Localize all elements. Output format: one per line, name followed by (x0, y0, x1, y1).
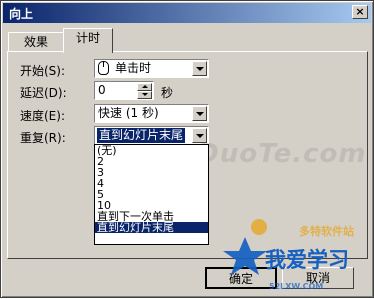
logo-text-secondary: 多特软件站 (299, 224, 354, 238)
tab-timing[interactable]: 计时 (63, 28, 113, 53)
spin-down-icon[interactable] (137, 91, 152, 99)
delay-label: 延迟(D): (20, 86, 67, 100)
repeat-option[interactable]: 5 (95, 189, 208, 200)
tab-timing-label: 计时 (75, 31, 100, 45)
speed-label: 速度(E): (20, 109, 65, 123)
close-button[interactable]: × (352, 5, 368, 19)
speed-select[interactable]: 快速 (1 秒) (94, 104, 209, 123)
title-bar[interactable]: 向上 × (3, 3, 371, 23)
delay-value[interactable]: 0 (98, 83, 106, 98)
tab-effect[interactable]: 效果 (8, 32, 64, 52)
logo-url: 52LXW.COM (269, 282, 323, 291)
chevron-down-icon[interactable] (192, 106, 207, 121)
star-icon (223, 219, 267, 275)
repeat-dropdown-list: (无) 2 3 4 5 10 直到下一次单击 直到幻灯片末尾 (94, 144, 209, 245)
repeat-option-selected[interactable]: 直到幻灯片末尾 (95, 222, 208, 233)
repeat-option[interactable]: 4 (95, 178, 208, 189)
start-label: 开始(S): (20, 64, 66, 78)
delay-stepper[interactable]: 0 (94, 81, 154, 100)
chevron-down-icon[interactable] (192, 61, 207, 76)
delay-unit: 秒 (161, 86, 174, 100)
speed-value: 快速 (1 秒) (98, 106, 159, 120)
watermark-logo: 我爱学习 多特软件站 52LXW.COM (223, 219, 354, 291)
repeat-option[interactable]: 3 (95, 167, 208, 178)
dialog-title: 向上 (9, 7, 34, 21)
repeat-option[interactable]: (无) (95, 145, 208, 156)
tab-effect-label: 效果 (23, 35, 48, 49)
mouse-click-icon (98, 61, 109, 75)
close-icon: × (355, 5, 365, 18)
repeat-label: 重复(R): (20, 131, 66, 145)
spin-up-icon[interactable] (137, 83, 152, 91)
logo-text-main: 我爱学习 (265, 248, 349, 272)
start-select[interactable]: 单击时 (94, 59, 209, 78)
animation-dialog: 向上 × 效果 计时 开始(S): 单击时 延迟(D): 0 秒 速度(E): … (0, 0, 374, 298)
repeat-option[interactable]: 2 (95, 156, 208, 167)
start-value: 单击时 (115, 61, 152, 75)
